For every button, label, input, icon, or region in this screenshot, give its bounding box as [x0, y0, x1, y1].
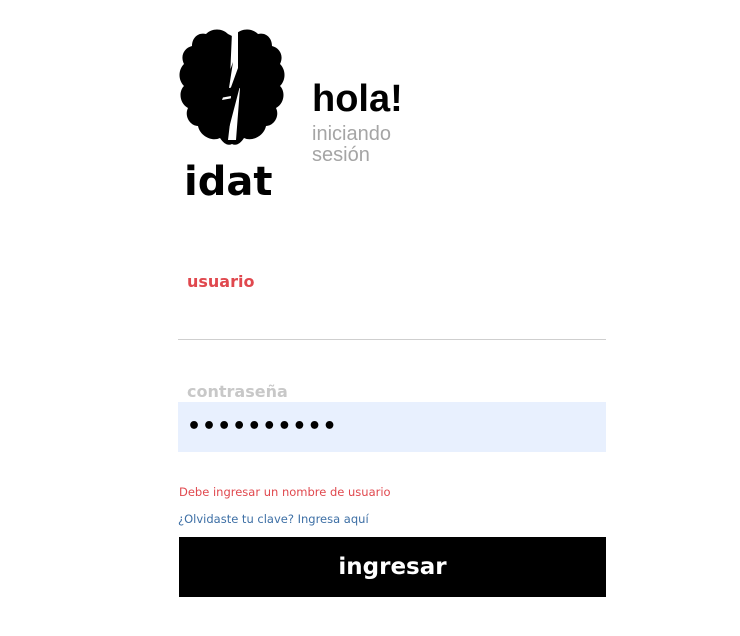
username-input[interactable]	[178, 300, 606, 340]
brand-logo-text: idat	[184, 159, 273, 205]
page-subtitle: iniciando sesión	[312, 123, 391, 166]
forgot-password-link[interactable]: ¿Olvidaste tu clave? Ingresa aquí	[178, 511, 369, 527]
login-button[interactable]: ingresar	[179, 537, 606, 597]
password-input[interactable]: ••••••••••	[178, 402, 606, 452]
login-page: idat hola! iniciando sesión usuario cont…	[0, 0, 740, 636]
password-label: contraseña	[187, 382, 288, 401]
error-message: Debe ingresar un nombre de usuario	[179, 485, 391, 499]
page-title: hola!	[312, 78, 403, 120]
username-label: usuario	[187, 272, 255, 291]
